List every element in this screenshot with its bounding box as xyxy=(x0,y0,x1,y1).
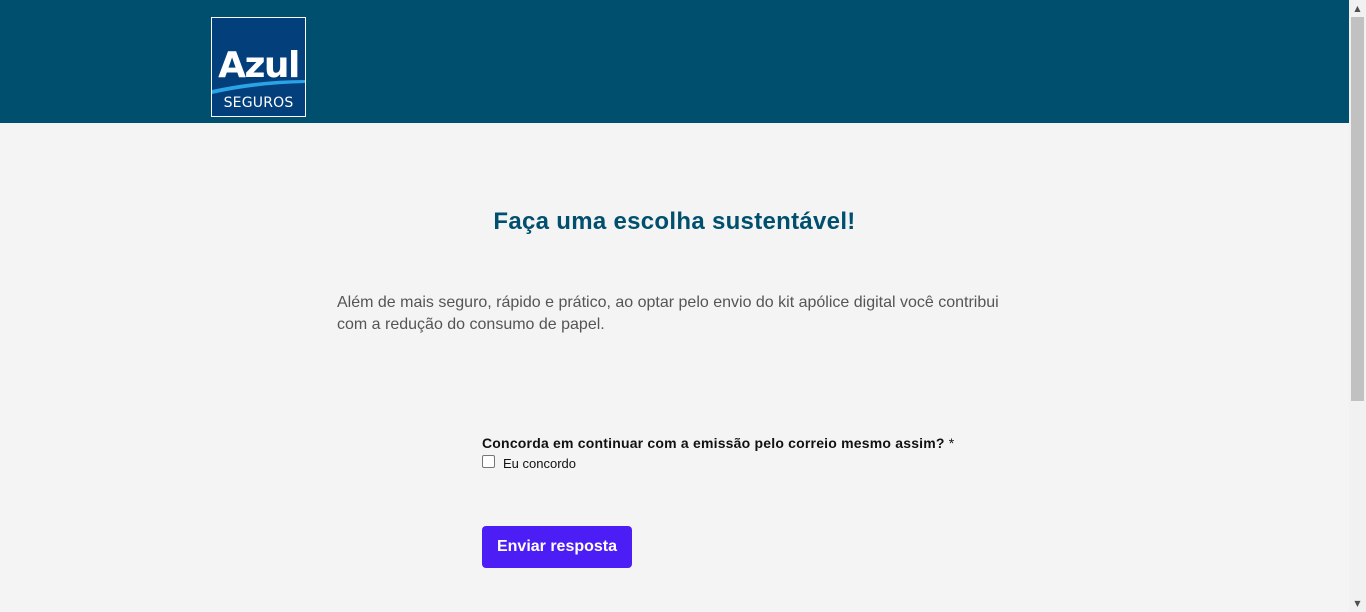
scrollbar-thumb[interactable] xyxy=(1351,17,1364,401)
agree-checkbox-label[interactable]: Eu concordo xyxy=(503,456,576,471)
logo-subtext: SEGUROS xyxy=(223,95,294,111)
triangle-down-icon[interactable]: ▼ xyxy=(1349,595,1366,612)
page-title: Faça uma escolha sustentável! xyxy=(493,208,856,235)
required-marker: * xyxy=(948,435,955,451)
submit-button[interactable]: Enviar resposta xyxy=(482,526,632,568)
triangle-up-icon[interactable]: ▲ xyxy=(1349,0,1366,17)
consent-question: Concorda em continuar com a emissão pelo… xyxy=(482,435,1102,451)
page-description: Além de mais seguro, rápido e prático, a… xyxy=(337,294,999,333)
azul-seguros-logo[interactable]: Azul SEGUROS xyxy=(211,17,306,117)
header-bar: Azul SEGUROS xyxy=(0,0,1349,123)
consent-question-text: Concorda em continuar com a emissão pelo… xyxy=(482,435,945,451)
agree-checkbox[interactable] xyxy=(482,455,495,468)
page-scrollbar[interactable]: ▲ ▼ xyxy=(1349,0,1366,612)
